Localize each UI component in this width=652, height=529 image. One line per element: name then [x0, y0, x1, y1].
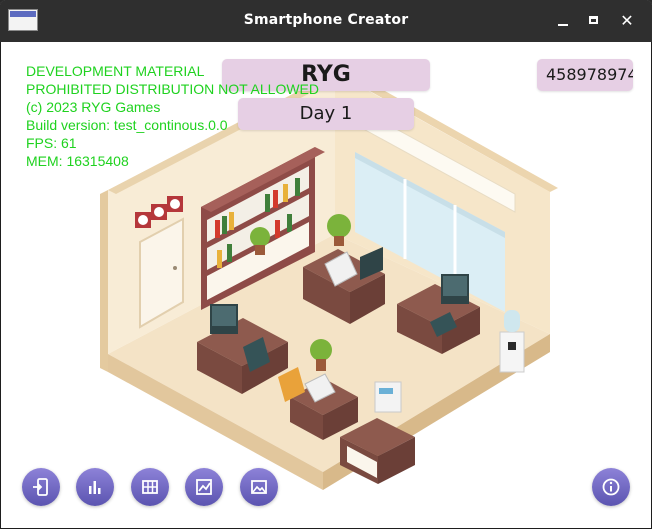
- app-window: Smartphone Creator ✕ DEVELOPMENT MATERIA…: [0, 0, 652, 529]
- line-chart-icon: [196, 479, 212, 495]
- info-button[interactable]: [592, 468, 630, 506]
- image-icon: [251, 480, 267, 494]
- statistics-button[interactable]: [76, 468, 114, 506]
- trends-button[interactable]: [185, 468, 223, 506]
- money-display: 4589789745: [537, 59, 633, 91]
- memory-readout: MEM: 16315408: [26, 153, 129, 169]
- dev-notice-line: PROHIBITED DISTRIBUTION NOT ALLOWED: [26, 81, 320, 97]
- bar-chart-icon: [89, 481, 101, 494]
- info-icon: [602, 478, 620, 496]
- dev-notice-line: DEVELOPMENT MATERIAL: [26, 63, 205, 79]
- minimize-button[interactable]: [552, 10, 574, 32]
- game-viewport[interactable]: DEVELOPMENT MATERIAL PROHIBITED DISTRIBU…: [5, 42, 647, 524]
- potted-plant: [250, 227, 270, 247]
- maximize-button[interactable]: [584, 10, 606, 32]
- copyright-line: (c) 2023 RYG Games: [26, 99, 161, 115]
- phone-import-button[interactable]: [22, 468, 60, 506]
- dev-info-overlay: DEVELOPMENT MATERIAL PROHIBITED DISTRIBU…: [26, 62, 319, 170]
- water-cooler: [499, 331, 525, 373]
- close-button[interactable]: ✕: [616, 10, 638, 32]
- build-version-line: Build version: test_continous.0.0: [26, 117, 228, 133]
- grid-icon: [142, 480, 158, 494]
- gallery-button[interactable]: [240, 468, 278, 506]
- phone-import-icon: [33, 478, 48, 496]
- title-bar[interactable]: Smartphone Creator ✕: [0, 0, 652, 42]
- fps-readout: FPS: 61: [26, 135, 77, 151]
- grid-button[interactable]: [131, 468, 169, 506]
